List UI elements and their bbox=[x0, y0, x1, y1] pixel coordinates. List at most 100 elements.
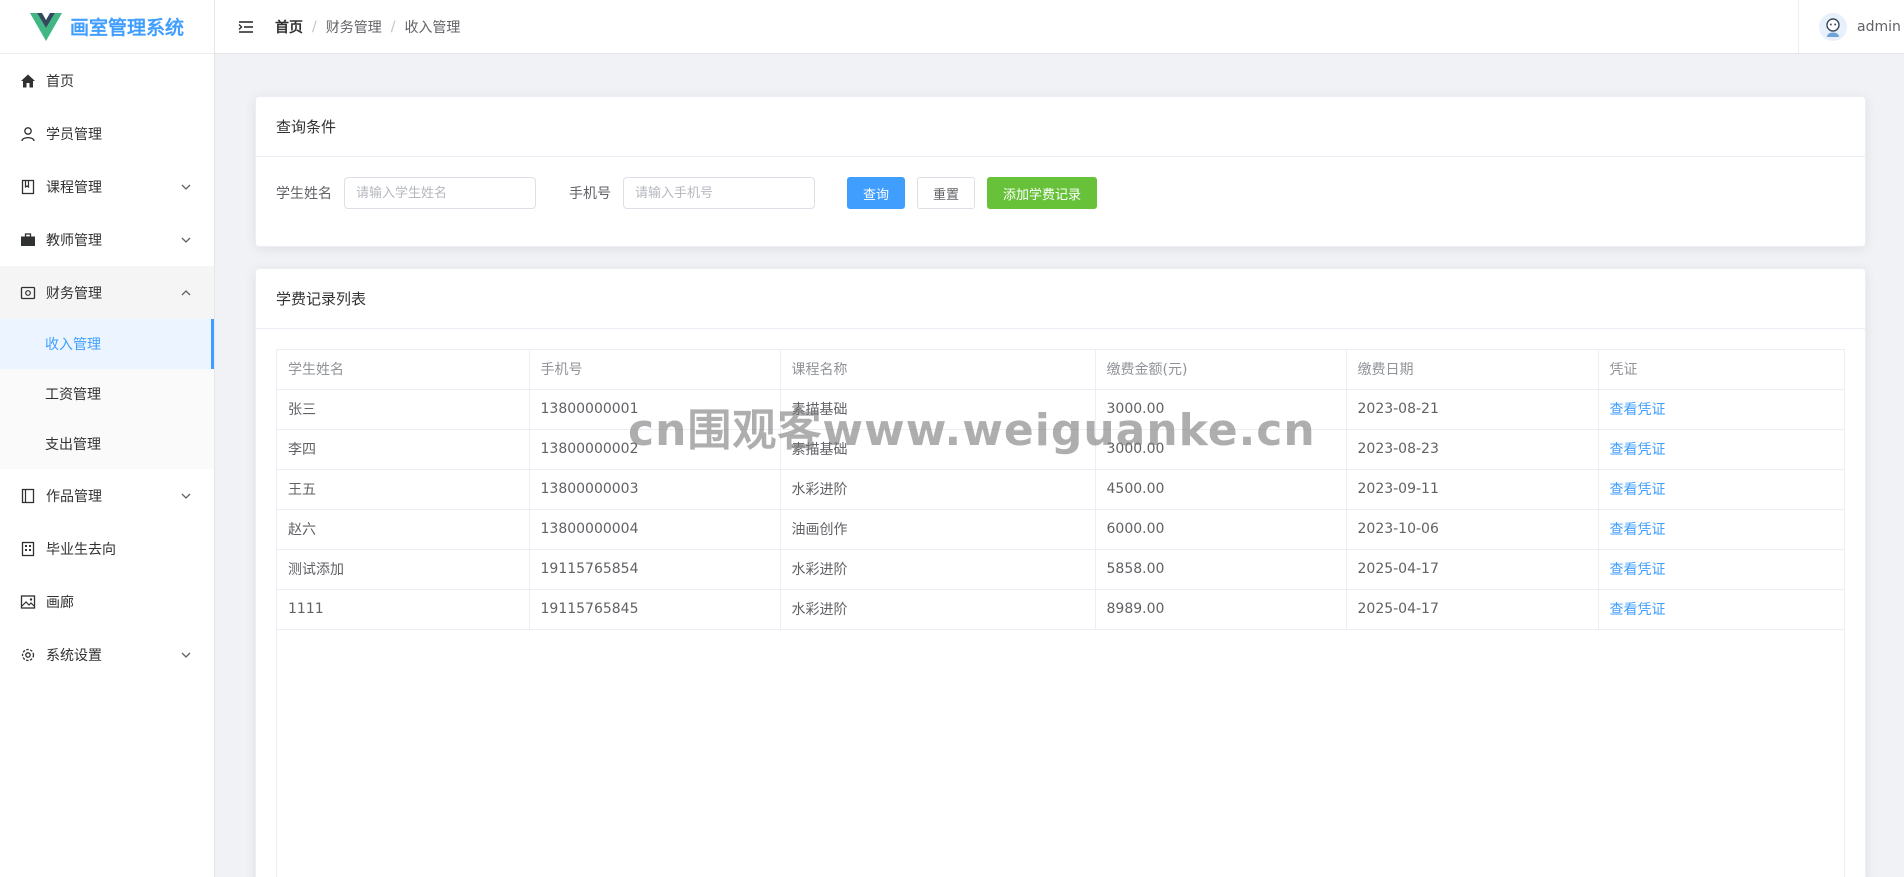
fee-table: 学生姓名 手机号 课程名称 缴费金额(元) 缴费日期 凭证 张三 1380000… bbox=[276, 349, 1845, 877]
breadcrumb: 首页 / 财务管理 / 收入管理 bbox=[275, 17, 460, 37]
top-header: 首页 / 财务管理 / 收入管理 admin bbox=[215, 0, 1904, 54]
table-row: 1111 19115765845 水彩进阶 8989.00 2025-04-17… bbox=[277, 589, 1844, 630]
sidebar-item-settings[interactable]: 系统设置 bbox=[0, 628, 214, 681]
query-card-title: 查询条件 bbox=[256, 97, 1865, 157]
wallet-icon bbox=[20, 285, 36, 301]
cell-voucher: 查看凭证 bbox=[1598, 389, 1844, 430]
sidebar-subitem-income[interactable]: 收入管理 bbox=[0, 319, 214, 369]
sidebar-item-label: 系统设置 bbox=[46, 647, 102, 664]
sidebar-item-works[interactable]: 作品管理 bbox=[0, 469, 214, 522]
query-form: 学生姓名 手机号 查询 重置 添加学费记录 bbox=[256, 157, 1865, 229]
student-name-label: 学生姓名 bbox=[276, 186, 332, 202]
chevron-down-icon bbox=[180, 234, 192, 246]
table-row: 王五 13800000003 水彩进阶 4500.00 2023-09-11 查… bbox=[277, 469, 1844, 510]
sidebar-item-courses[interactable]: 课程管理 bbox=[0, 160, 214, 213]
student-name-input[interactable] bbox=[344, 177, 536, 209]
gear-icon bbox=[20, 647, 36, 663]
app-title: 画室管理系统 bbox=[70, 17, 185, 39]
briefcase-icon bbox=[20, 232, 36, 248]
sidebar-item-home[interactable]: 首页 bbox=[0, 54, 214, 107]
cell-amount: 5858.00 bbox=[1095, 549, 1347, 590]
column-header: 学生姓名 bbox=[277, 350, 530, 390]
phone-label: 手机号 bbox=[569, 186, 611, 202]
cell-course: 素描基础 bbox=[780, 429, 1096, 470]
cell-amount: 8989.00 bbox=[1095, 589, 1347, 630]
sidebar-item-teachers[interactable]: 教师管理 bbox=[0, 213, 214, 266]
sidebar-item-label: 课程管理 bbox=[46, 179, 102, 196]
breadcrumb-separator: / bbox=[390, 18, 396, 35]
breadcrumb-home[interactable]: 首页 bbox=[275, 17, 303, 37]
chevron-down-icon bbox=[180, 181, 192, 193]
add-fee-record-button[interactable]: 添加学费记录 bbox=[987, 177, 1098, 209]
table-header-row: 学生姓名 手机号 课程名称 缴费金额(元) 缴费日期 凭证 bbox=[277, 350, 1844, 390]
sidebar-menu: 首页 学员管理 课程管理 教师管理 财务管理 收入管理 工资管理 支出管理 作品… bbox=[0, 54, 214, 681]
cell-phone: 13800000001 bbox=[529, 389, 781, 430]
column-header: 凭证 bbox=[1598, 350, 1844, 390]
sidebar-item-label: 首页 bbox=[46, 73, 74, 90]
sidebar: 画室管理系统 首页 学员管理 课程管理 教师管理 财务管理 收入管理 工资管理 … bbox=[0, 0, 215, 877]
cell-date: 2025-04-17 bbox=[1346, 549, 1599, 590]
table-row: 赵六 13800000004 油画创作 6000.00 2023-10-06 查… bbox=[277, 509, 1844, 550]
menu-toggle-icon[interactable] bbox=[237, 18, 255, 36]
column-header: 缴费金额(元) bbox=[1095, 350, 1347, 390]
cell-amount: 3000.00 bbox=[1095, 429, 1347, 470]
cell-student-name: 李四 bbox=[277, 429, 530, 470]
breadcrumb-income: 收入管理 bbox=[404, 19, 461, 36]
cell-phone: 13800000002 bbox=[529, 429, 781, 470]
cell-student-name: 测试添加 bbox=[277, 549, 530, 590]
view-voucher-link[interactable]: 查看凭证 bbox=[1610, 522, 1666, 538]
view-voucher-link[interactable]: 查看凭证 bbox=[1610, 562, 1666, 578]
sidebar-item-label: 教师管理 bbox=[46, 232, 102, 249]
sidebar-item-label: 学员管理 bbox=[46, 126, 102, 143]
phone-input[interactable] bbox=[623, 177, 815, 209]
cell-student-name: 张三 bbox=[277, 389, 530, 430]
sidebar-item-label: 作品管理 bbox=[46, 488, 102, 505]
view-voucher-link[interactable]: 查看凭证 bbox=[1610, 482, 1666, 498]
finance-submenu: 收入管理 工资管理 支出管理 bbox=[0, 319, 214, 469]
username[interactable]: admin bbox=[1857, 19, 1901, 35]
building-icon bbox=[20, 541, 36, 557]
sidebar-item-finance[interactable]: 财务管理 bbox=[0, 266, 214, 319]
sidebar-subitem-salary[interactable]: 工资管理 bbox=[0, 369, 214, 419]
view-voucher-link[interactable]: 查看凭证 bbox=[1610, 602, 1666, 618]
cell-date: 2023-10-06 bbox=[1346, 509, 1599, 550]
cell-course: 水彩进阶 bbox=[780, 549, 1096, 590]
cell-amount: 3000.00 bbox=[1095, 389, 1347, 430]
sidebar-item-label: 画廊 bbox=[46, 594, 74, 611]
cell-voucher: 查看凭证 bbox=[1598, 509, 1844, 550]
column-header: 手机号 bbox=[529, 350, 781, 390]
view-voucher-link[interactable]: 查看凭证 bbox=[1610, 442, 1666, 458]
chevron-down-icon bbox=[180, 490, 192, 502]
sidebar-subitem-expense[interactable]: 支出管理 bbox=[0, 419, 214, 469]
cell-amount: 4500.00 bbox=[1095, 469, 1347, 510]
cell-date: 2023-09-11 bbox=[1346, 469, 1599, 510]
avatar[interactable] bbox=[1819, 12, 1847, 41]
reset-button[interactable]: 重置 bbox=[917, 177, 976, 209]
sidebar-item-students[interactable]: 学员管理 bbox=[0, 107, 214, 160]
cell-course: 水彩进阶 bbox=[780, 469, 1096, 510]
home-icon bbox=[20, 73, 36, 89]
view-voucher-link[interactable]: 查看凭证 bbox=[1610, 402, 1666, 418]
logo[interactable]: 画室管理系统 bbox=[0, 0, 214, 54]
cell-phone: 19115765854 bbox=[529, 549, 781, 590]
table-row: 张三 13800000001 素描基础 3000.00 2023-08-21 查… bbox=[277, 389, 1844, 430]
user-menu[interactable]: admin bbox=[1798, 0, 1904, 53]
cell-course: 油画创作 bbox=[780, 509, 1096, 550]
cell-date: 2023-08-23 bbox=[1346, 429, 1599, 470]
query-card: 查询条件 学生姓名 手机号 查询 重置 添加学费记录 bbox=[255, 96, 1866, 247]
cell-student-name: 1111 bbox=[277, 589, 530, 630]
table-row: 李四 13800000002 素描基础 3000.00 2023-08-23 查… bbox=[277, 429, 1844, 470]
sidebar-item-gallery[interactable]: 画廊 bbox=[0, 575, 214, 628]
cell-student-name: 王五 bbox=[277, 469, 530, 510]
user-icon bbox=[20, 126, 36, 142]
fee-list-card: 学费记录列表 学生姓名 手机号 课程名称 缴费金额(元) 缴费日期 凭证 张三 … bbox=[255, 268, 1866, 877]
vue-logo-icon bbox=[30, 12, 62, 41]
picture-icon bbox=[20, 594, 36, 610]
cell-voucher: 查看凭证 bbox=[1598, 589, 1844, 630]
cell-voucher: 查看凭证 bbox=[1598, 429, 1844, 470]
cell-voucher: 查看凭证 bbox=[1598, 469, 1844, 510]
sidebar-item-graduates[interactable]: 毕业生去向 bbox=[0, 522, 214, 575]
cell-phone: 19115765845 bbox=[529, 589, 781, 630]
search-button[interactable]: 查询 bbox=[847, 177, 906, 209]
cell-date: 2025-04-17 bbox=[1346, 589, 1599, 630]
